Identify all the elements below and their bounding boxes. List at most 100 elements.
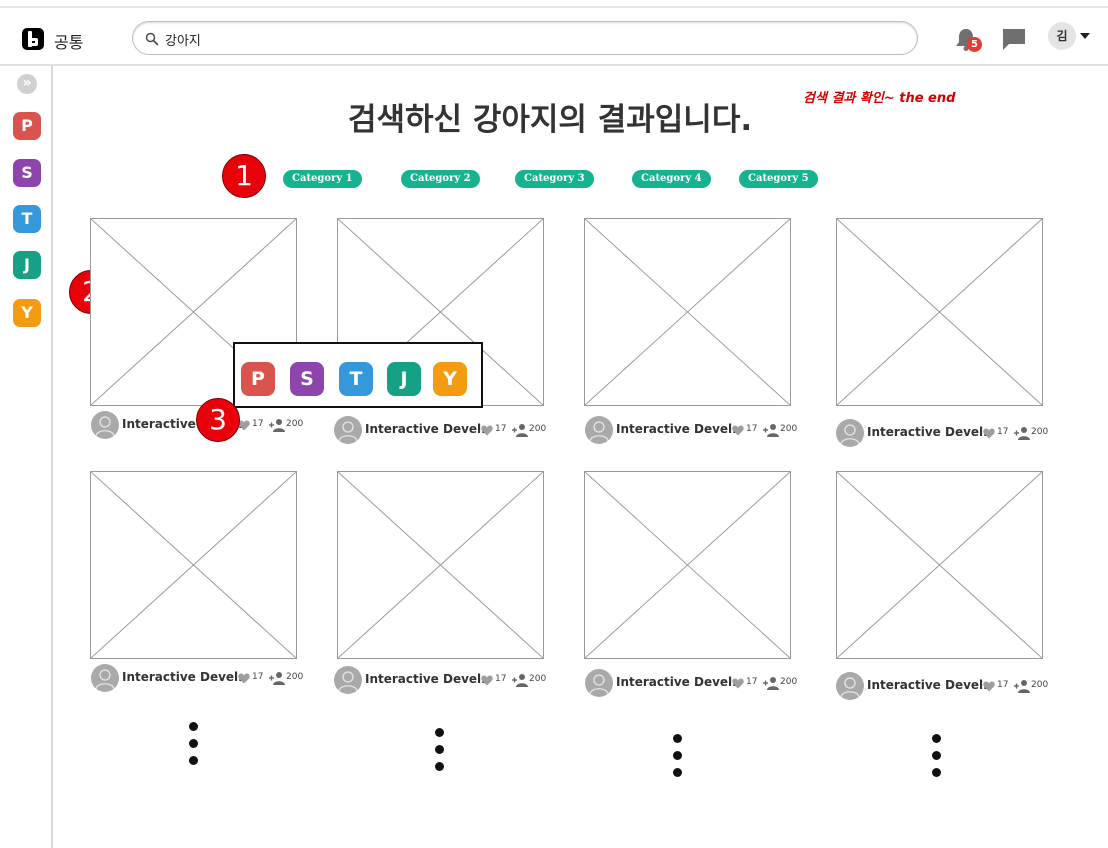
like-count: 17 [997,427,1009,437]
search-input[interactable] [165,27,905,51]
like-count: 17 [495,424,507,434]
card-author[interactable]: Interactive Devel.. [365,422,490,436]
category-chip-4[interactable]: Category 4 [632,170,711,188]
image-placeholder-icon [338,472,543,658]
card-author[interactable]: Interactive Devel.. [122,670,247,684]
category-chip-5[interactable]: Category 5 [739,170,818,188]
heart-icon[interactable] [732,678,744,689]
image-placeholder-icon [837,472,1042,658]
follower-count: 200 [286,419,304,429]
follower-count: 200 [780,424,798,434]
annotation-marker-1: 1 [222,154,266,198]
author-avatar[interactable] [91,664,119,692]
popup-channel-j[interactable]: J [387,362,421,396]
header-divider [0,64,1108,66]
popup-channel-s[interactable]: S [290,362,324,396]
search-icon [145,32,159,46]
card-thumbnail-5[interactable] [90,471,297,659]
search-bar[interactable] [132,21,918,55]
card-thumbnail-8[interactable] [836,471,1043,659]
card-author[interactable]: Interactive Devel.. [867,678,992,692]
image-placeholder-icon [91,472,296,658]
follower-count: 200 [1031,680,1049,690]
like-count: 17 [997,680,1009,690]
blogger-logo-icon[interactable] [22,28,44,50]
heart-icon[interactable] [732,425,744,436]
card-author[interactable]: Interactive Devel.. [365,672,490,686]
like-count: 17 [252,419,264,429]
chat-icon[interactable] [1000,25,1028,53]
user-avatar[interactable]: 김 [1048,22,1076,50]
sidebar-channel-p[interactable]: P [13,112,41,140]
add-user-icon[interactable] [269,418,285,432]
sidebar-channel-t[interactable]: T [13,205,41,233]
heart-icon[interactable] [983,428,995,439]
card-author[interactable]: Interactive Devel.. [616,675,741,689]
like-count: 17 [746,424,758,434]
like-count: 17 [495,674,507,684]
add-user-icon[interactable] [512,673,528,687]
follower-count: 200 [780,677,798,687]
sidebar-channel-j[interactable]: J [13,251,41,279]
heart-icon[interactable] [481,675,493,686]
like-count: 17 [746,677,758,687]
user-silhouette-icon [840,424,860,445]
top-divider [0,6,1108,8]
double-chevron-right-icon[interactable]: » [17,74,37,94]
author-avatar[interactable] [334,666,362,694]
more-results-indicator [932,734,942,785]
category-chip-2[interactable]: Category 2 [401,170,480,188]
user-silhouette-icon [840,677,860,698]
user-silhouette-icon [95,669,115,690]
chevron-down-icon[interactable] [1080,33,1090,39]
add-user-icon[interactable] [269,671,285,685]
user-silhouette-icon [589,674,609,695]
card-author[interactable]: Interactive Devel.. [867,425,992,439]
annotation-note: 검색 결과 확인~ the end [803,91,956,106]
author-avatar[interactable] [836,672,864,700]
card-thumbnail-7[interactable] [584,471,791,659]
author-avatar[interactable] [585,669,613,697]
more-results-indicator [189,722,199,773]
heart-icon[interactable] [481,425,493,436]
image-placeholder-icon [837,219,1042,405]
author-avatar[interactable] [585,416,613,444]
heart-icon[interactable] [983,681,995,692]
add-user-icon[interactable] [1014,679,1030,693]
follower-count: 200 [1031,427,1049,437]
card-thumbnail-6[interactable] [337,471,544,659]
category-chip-1[interactable]: Category 1 [283,170,362,188]
card-thumbnail-3[interactable] [584,218,791,406]
author-avatar[interactable] [91,411,119,439]
heart-icon[interactable] [238,673,250,684]
add-user-icon[interactable] [763,676,779,690]
user-silhouette-icon [589,421,609,442]
author-avatar[interactable] [334,416,362,444]
more-results-indicator [435,728,445,779]
image-placeholder-icon [585,219,790,405]
follower-count: 200 [529,424,547,434]
page-title: 검색하신 강아지의 결과입니다. [348,102,753,138]
popup-channel-y[interactable]: Y [433,362,467,396]
card-thumbnail-4[interactable] [836,218,1043,406]
sidebar-channel-s[interactable]: S [13,159,41,187]
app-title: 공통 [54,33,84,52]
category-chip-3[interactable]: Category 3 [515,170,594,188]
user-silhouette-icon [338,421,358,442]
add-user-icon[interactable] [763,423,779,437]
follower-count: 200 [529,674,547,684]
sidebar-channel-y[interactable]: Y [13,299,41,327]
more-results-indicator [673,734,683,785]
notification-badge: 5 [967,37,982,52]
annotation-marker-3: 3 [196,398,240,442]
user-silhouette-icon [338,671,358,692]
author-avatar[interactable] [836,419,864,447]
add-user-icon[interactable] [1014,426,1030,440]
channel-share-popup: P S T J Y [233,342,483,408]
card-author[interactable]: Interactive Devel.. [616,422,741,436]
popup-channel-p[interactable]: P [241,362,275,396]
popup-channel-t[interactable]: T [339,362,373,396]
image-placeholder-icon [585,472,790,658]
add-user-icon[interactable] [512,423,528,437]
like-count: 17 [252,672,264,682]
